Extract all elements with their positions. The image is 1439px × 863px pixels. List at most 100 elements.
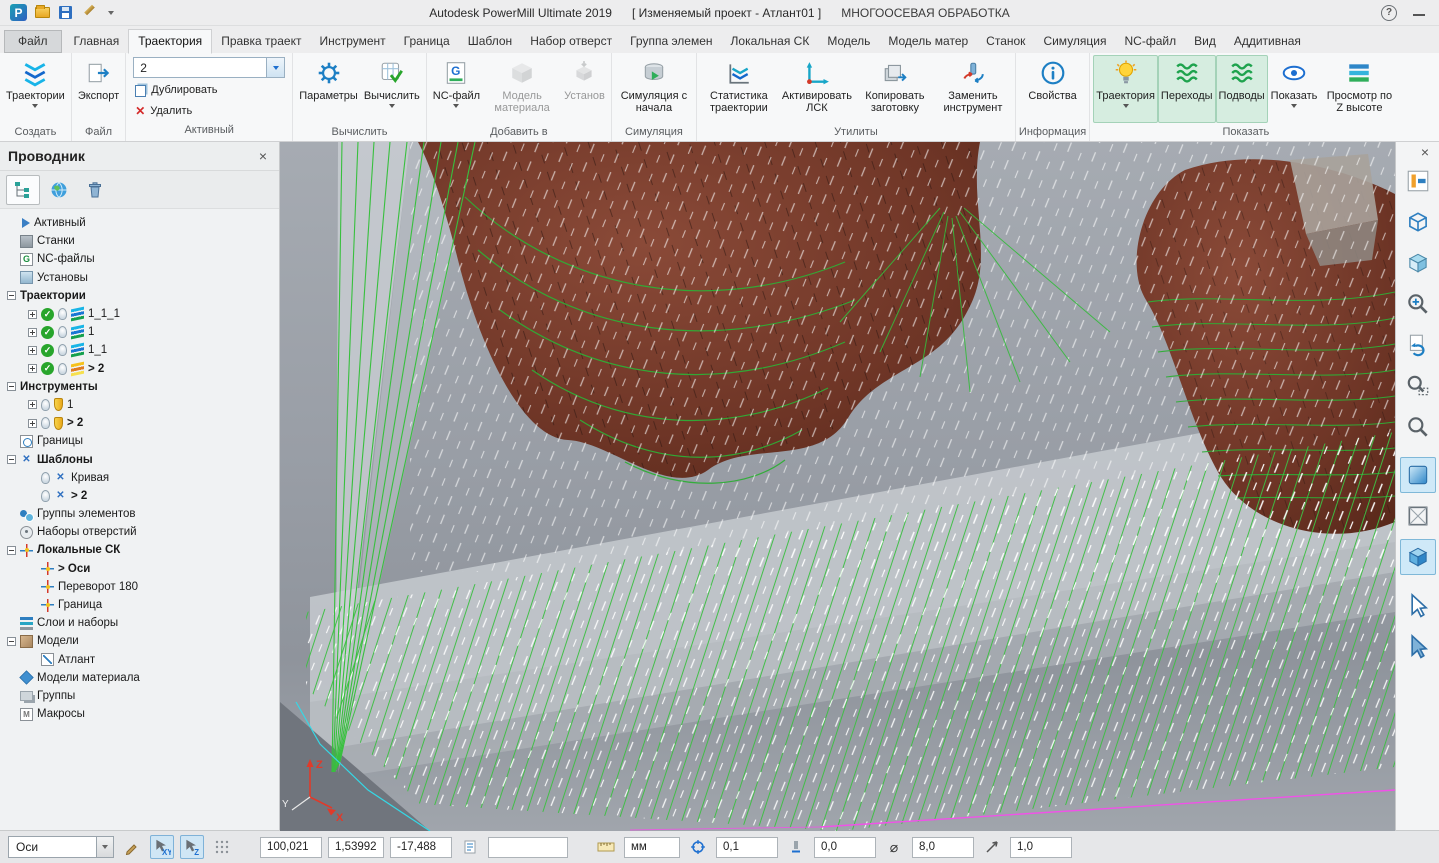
draw-cursor-button[interactable] bbox=[120, 835, 144, 859]
tree-item-machines[interactable]: Станки bbox=[0, 232, 279, 250]
explorer-web-button[interactable] bbox=[42, 175, 76, 205]
open-project-button[interactable] bbox=[34, 5, 50, 21]
expand-icon[interactable] bbox=[28, 419, 37, 428]
visibility-bulb-icon[interactable] bbox=[41, 472, 50, 484]
thickness-field[interactable]: 0,0 bbox=[814, 837, 876, 858]
show-links-toggle[interactable]: Переходы bbox=[1158, 55, 1216, 123]
tree-item-hole-sets[interactable]: Наборы отверстий bbox=[0, 523, 279, 541]
cursor-z-toggle[interactable]: Z bbox=[180, 835, 204, 859]
help-icon[interactable] bbox=[1381, 5, 1397, 21]
add-to-nc-file-button[interactable]: G NC-файл bbox=[430, 55, 483, 123]
zoom-window-button[interactable] bbox=[1400, 368, 1436, 404]
tab-hole-set[interactable]: Набор отверст bbox=[521, 30, 621, 53]
units-field[interactable]: мм bbox=[624, 837, 680, 858]
visibility-bulb-icon[interactable] bbox=[58, 344, 67, 356]
block-view-button[interactable] bbox=[1400, 539, 1436, 575]
tab-home[interactable]: Главная bbox=[65, 30, 129, 53]
tree-item-workplane-flip180[interactable]: Переворот 180 bbox=[0, 578, 279, 596]
tree-item-workplane-axes[interactable]: > Оси bbox=[0, 560, 279, 578]
tree-item-feature-groups[interactable]: Группы элементов bbox=[0, 505, 279, 523]
position-x-field[interactable]: 100,021 bbox=[260, 837, 322, 858]
tab-tool[interactable]: Инструмент bbox=[310, 30, 394, 53]
close-explorer-button[interactable] bbox=[255, 148, 271, 164]
tab-boundary[interactable]: Граница bbox=[395, 30, 459, 53]
collapse-icon[interactable] bbox=[7, 291, 16, 300]
tab-pattern[interactable]: Шаблон bbox=[459, 30, 521, 53]
collapse-icon[interactable] bbox=[7, 546, 16, 555]
edit-button[interactable] bbox=[80, 5, 96, 21]
zoom-fit-button[interactable] bbox=[1400, 286, 1436, 322]
tree-item-pattern-2[interactable]: > 2 bbox=[0, 487, 279, 505]
delete-button[interactable]: Удалить bbox=[133, 101, 285, 120]
expand-icon[interactable] bbox=[28, 400, 37, 409]
tree-item-toolpath-1-1-1[interactable]: 1_1_1 bbox=[0, 305, 279, 323]
zoom-button[interactable] bbox=[1400, 409, 1436, 445]
tab-toolpath[interactable]: Траектория bbox=[128, 29, 212, 54]
tab-view[interactable]: Вид bbox=[1185, 30, 1225, 53]
parameters-button[interactable]: Параметры bbox=[296, 55, 361, 123]
toolpath-statistics-button[interactable]: Статистика траектории bbox=[700, 55, 778, 123]
combo-dropdown-button[interactable] bbox=[96, 837, 113, 857]
vector-button[interactable] bbox=[980, 835, 1004, 859]
tab-stock-model[interactable]: Модель матер bbox=[879, 30, 977, 53]
visibility-bulb-icon[interactable] bbox=[41, 417, 50, 429]
view-layout-button[interactable] bbox=[1400, 163, 1436, 199]
thickness-button[interactable] bbox=[784, 835, 808, 859]
show-toolpath-toggle[interactable]: Траектория bbox=[1093, 55, 1158, 123]
tree-item-setups[interactable]: Установы bbox=[0, 269, 279, 287]
grid-snap-button[interactable] bbox=[210, 835, 234, 859]
tree-item-levels[interactable]: Слои и наборы bbox=[0, 614, 279, 632]
tree-item-groups[interactable]: Группы bbox=[0, 687, 279, 705]
collapse-icon[interactable] bbox=[7, 455, 16, 464]
save-project-button[interactable] bbox=[57, 5, 73, 21]
tree-item-tool-1[interactable]: 1 bbox=[0, 396, 279, 414]
visibility-bulb-icon[interactable] bbox=[41, 399, 50, 411]
tree-item-toolpaths-group[interactable]: Траектории bbox=[0, 287, 279, 305]
active-toolpath-combo[interactable]: 2 bbox=[133, 57, 285, 78]
replace-tool-button[interactable]: Заменить инструмент bbox=[934, 55, 1012, 123]
properties-button[interactable]: Свойства bbox=[1025, 55, 1079, 123]
tab-additive[interactable]: Аддитивная bbox=[1225, 30, 1310, 53]
refresh-view-button[interactable] bbox=[1400, 327, 1436, 363]
tree-item-boundaries[interactable]: Границы bbox=[0, 432, 279, 450]
export-button[interactable]: Экспорт bbox=[75, 55, 122, 123]
calculate-button[interactable]: Вычислить bbox=[361, 55, 423, 123]
tab-nc-file[interactable]: NC-файл bbox=[1116, 30, 1186, 53]
tolerance-field[interactable]: 0,1 bbox=[716, 837, 778, 858]
simulate-from-start-button[interactable]: Симуляция с начала bbox=[615, 55, 693, 123]
tree-item-active[interactable]: Активный bbox=[0, 214, 279, 232]
tree-item-macros[interactable]: Макросы bbox=[0, 705, 279, 723]
select-cursor-button[interactable] bbox=[1400, 588, 1436, 624]
visibility-bulb-icon[interactable] bbox=[58, 308, 67, 320]
diameter-button[interactable] bbox=[882, 835, 906, 859]
expand-icon[interactable] bbox=[28, 310, 37, 319]
explorer-tree-view-button[interactable] bbox=[6, 175, 40, 205]
tree-item-stock-models[interactable]: Модели материала bbox=[0, 669, 279, 687]
tree-item-toolpath-1-1[interactable]: 1_1 bbox=[0, 341, 279, 359]
tree-item-nc-files[interactable]: NC-файлы bbox=[0, 250, 279, 268]
tab-simulation[interactable]: Симуляция bbox=[1034, 30, 1115, 53]
close-view-toolbar-button[interactable] bbox=[1417, 144, 1433, 160]
wire-cube-view-button[interactable] bbox=[1400, 204, 1436, 240]
tab-workplane[interactable]: Локальная СК bbox=[722, 30, 819, 53]
tree-item-tool-2[interactable]: > 2 bbox=[0, 414, 279, 432]
tree-item-tools-group[interactable]: Инструменты bbox=[0, 378, 279, 396]
tab-toolpath-edit[interactable]: Правка траект bbox=[212, 30, 310, 53]
tree-item-patterns-group[interactable]: Шаблоны bbox=[0, 450, 279, 468]
tolerance-button[interactable] bbox=[686, 835, 710, 859]
viewport-3d[interactable]: Z X Y bbox=[280, 142, 1395, 830]
tree-item-pattern-curve[interactable]: Кривая bbox=[0, 469, 279, 487]
qat-customize-button[interactable] bbox=[103, 5, 119, 21]
copy-block-button[interactable]: Копировать заготовку bbox=[856, 55, 934, 123]
explorer-recycle-button[interactable] bbox=[78, 175, 112, 205]
visibility-bulb-icon[interactable] bbox=[58, 326, 67, 338]
vector-length-field[interactable]: 1,0 bbox=[1010, 837, 1072, 858]
tree-item-workplane-boundary[interactable]: Граница bbox=[0, 596, 279, 614]
extra-field[interactable] bbox=[488, 837, 568, 858]
tree-item-model-atlant[interactable]: Атлант bbox=[0, 651, 279, 669]
cursor-xy-toggle[interactable]: XY bbox=[150, 835, 174, 859]
shaded-cube-view-button[interactable] bbox=[1400, 245, 1436, 281]
axes-combo[interactable]: Оси bbox=[8, 836, 114, 858]
tool-diameter-field[interactable]: 8,0 bbox=[912, 837, 974, 858]
z-height-preview-button[interactable]: Просмотр по Z высоте bbox=[1320, 55, 1398, 123]
